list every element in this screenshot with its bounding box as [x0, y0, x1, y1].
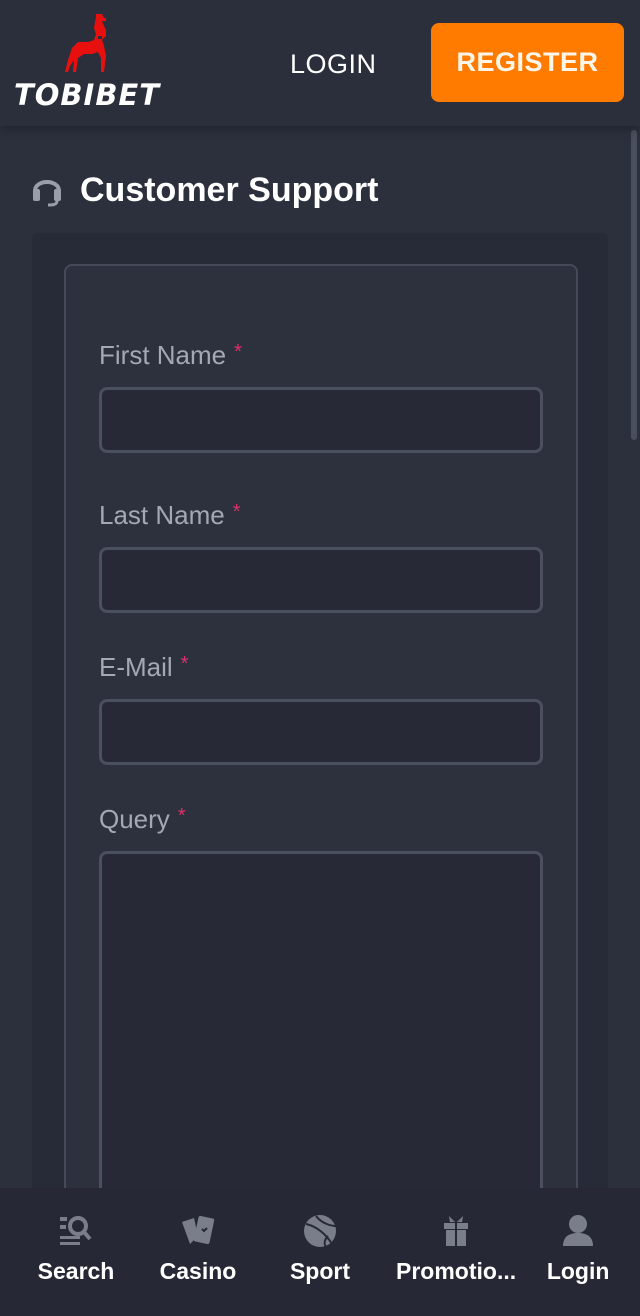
- query-label-text: Query: [99, 804, 170, 834]
- required-marker: *: [177, 805, 186, 827]
- query-label: Query *: [99, 804, 186, 835]
- nav-item-sport[interactable]: Sport: [244, 1188, 396, 1316]
- support-form: First Name * Last Name * E-Mail * Query *: [64, 264, 578, 1271]
- email-label-text: E-Mail: [99, 652, 173, 682]
- register-button[interactable]: REGISTER: [431, 23, 624, 102]
- nav-label-login: Login: [546, 1258, 610, 1284]
- bottom-nav: Search Casino Sport Promotio... Login: [0, 1188, 640, 1316]
- required-marker: *: [232, 501, 241, 523]
- first-name-input[interactable]: [99, 387, 543, 453]
- dog-logo-icon: [65, 14, 106, 72]
- nav-item-promotions[interactable]: Promotio...: [396, 1188, 516, 1316]
- brand-wordmark: TOBIBET: [14, 78, 161, 112]
- nav-label-search: Search: [37, 1258, 115, 1284]
- first-name-label: First Name *: [99, 340, 242, 371]
- last-name-label-text: Last Name: [99, 500, 225, 530]
- login-button[interactable]: LOGIN: [290, 44, 377, 84]
- nav-label-casino: Casino: [159, 1258, 237, 1284]
- headset-icon: [33, 180, 61, 207]
- scrollbar-thumb[interactable]: [631, 130, 637, 440]
- cards-icon: [182, 1215, 215, 1245]
- email-label: E-Mail *: [99, 652, 188, 683]
- nav-item-login[interactable]: Login: [516, 1188, 640, 1316]
- required-marker: *: [180, 653, 189, 675]
- top-header: TOBIBET LOGIN REGISTER: [0, 0, 640, 126]
- first-name-label-text: First Name: [99, 340, 227, 370]
- nav-item-casino[interactable]: Casino: [152, 1188, 244, 1316]
- tobibet-logo[interactable]: TOBIBET: [14, 12, 164, 116]
- nav-label-promotions: Promotio...: [396, 1258, 517, 1284]
- user-icon: [563, 1215, 594, 1246]
- last-name-label: Last Name *: [99, 500, 241, 531]
- basketball-icon: [304, 1215, 337, 1248]
- page-title-row: Customer Support: [32, 168, 378, 212]
- email-input[interactable]: [99, 699, 543, 765]
- nav-item-search[interactable]: Search: [0, 1188, 152, 1316]
- page-title: Customer Support: [80, 170, 379, 209]
- support-panel: First Name * Last Name * E-Mail * Query *: [32, 233, 608, 1271]
- search-list-icon: [60, 1216, 92, 1245]
- required-marker: *: [234, 341, 242, 363]
- nav-label-sport: Sport: [289, 1258, 351, 1284]
- gift-icon: [444, 1216, 469, 1246]
- last-name-input[interactable]: [99, 547, 543, 613]
